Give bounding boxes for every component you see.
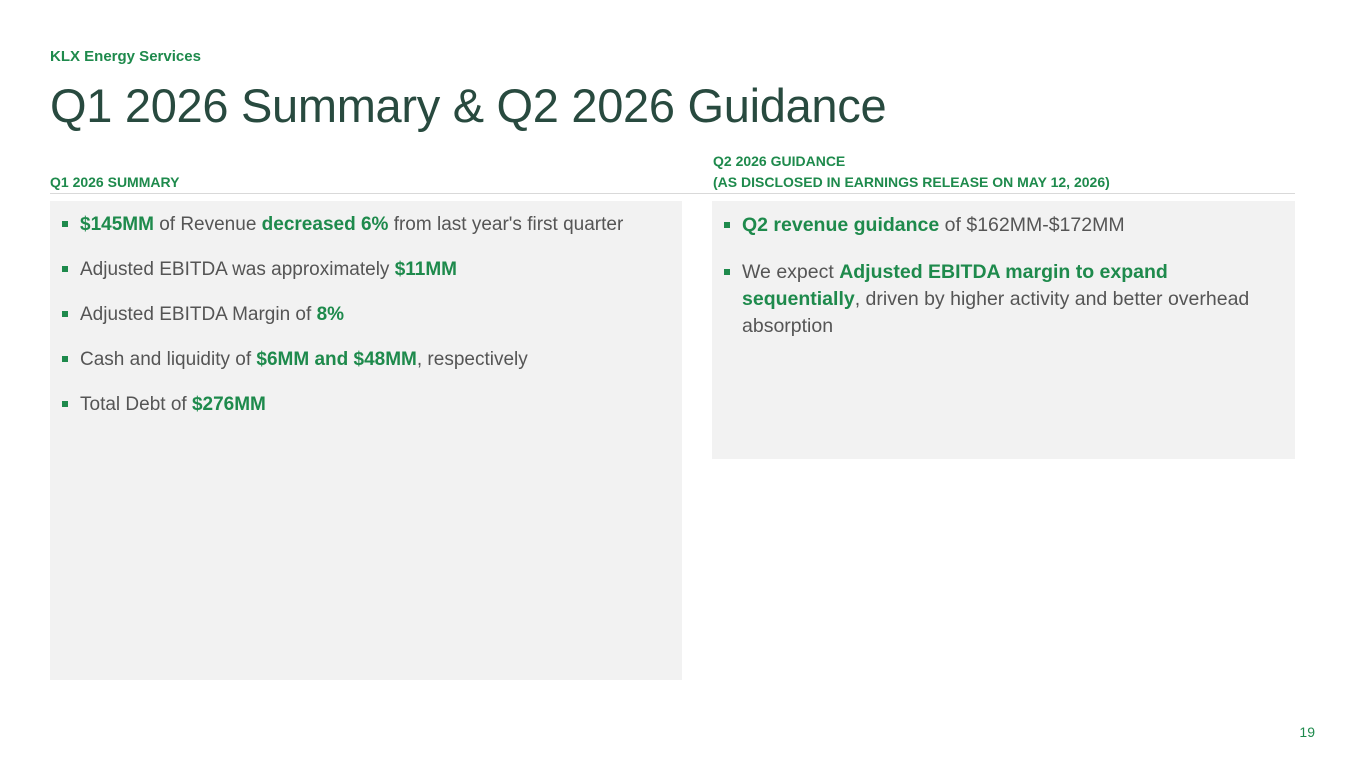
square-bullet-icon (62, 356, 68, 362)
margin-guidance-lead: We expect (742, 261, 840, 283)
guidance-list: Q2 revenue guidance of $162MM-$172MM We … (724, 212, 1281, 340)
revenue-guidance-range: of $162MM-$172MM (939, 214, 1125, 236)
square-bullet-icon (724, 222, 730, 228)
square-bullet-icon (62, 266, 68, 272)
guidance-panel: Q2 revenue guidance of $162MM-$172MM We … (712, 201, 1295, 459)
summary-item-ebitda: Adjusted EBITDA was approximately $11MM (62, 256, 672, 283)
company-name: KLX Energy Services (50, 48, 201, 65)
revenue-value: $145MM (80, 214, 154, 235)
guidance-divider (713, 193, 1295, 194)
revenue-change: decreased 6% (261, 214, 389, 235)
summary-list: $145MM of Revenue decreased 6% from last… (62, 211, 672, 418)
guidance-heading-line1: Q2 2026 GUIDANCE (713, 153, 846, 169)
liquidity-value: $6MM and $48MM (256, 349, 417, 370)
square-bullet-icon (62, 401, 68, 407)
guidance-heading-line2: (AS DISCLOSED IN EARNINGS RELEASE ON MAY… (713, 174, 1110, 190)
summary-item-ebitda-margin: Adjusted EBITDA Margin of 8% (62, 301, 672, 328)
revenue-comparison: from last year's first quarter (388, 214, 624, 235)
guidance-heading: Q2 2026 GUIDANCE (AS DISCLOSED IN EARNIN… (713, 151, 1110, 193)
square-bullet-icon (724, 269, 730, 275)
page-number: 19 (1299, 724, 1315, 740)
summary-panel: $145MM of Revenue decreased 6% from last… (50, 201, 682, 680)
square-bullet-icon (62, 311, 68, 317)
summary-divider (50, 193, 713, 194)
summary-item-debt: Total Debt of $276MM (62, 391, 672, 418)
revenue-text: of Revenue (153, 214, 262, 235)
square-bullet-icon (62, 221, 68, 227)
revenue-guidance-label: Q2 revenue guidance (742, 214, 940, 236)
summary-item-revenue: $145MM of Revenue decreased 6% from last… (62, 211, 672, 238)
ebitda-margin-text: Adjusted EBITDA Margin of (80, 304, 317, 325)
ebitda-value: $11MM (394, 259, 458, 280)
debt-value: $276MM (191, 394, 266, 415)
ebitda-text: Adjusted EBITDA was approximately (80, 259, 395, 280)
debt-text: Total Debt of (80, 394, 192, 415)
liquidity-text: Cash and liquidity of (80, 349, 257, 370)
summary-item-liquidity: Cash and liquidity of $6MM and $48MM, re… (62, 346, 672, 373)
summary-heading: Q1 2026 SUMMARY (50, 174, 180, 190)
guidance-item-margin: We expect Adjusted EBITDA margin to expa… (724, 259, 1281, 340)
guidance-item-revenue: Q2 revenue guidance of $162MM-$172MM (724, 212, 1281, 239)
liquidity-suffix: , respectively (416, 349, 528, 370)
ebitda-margin-value: 8% (316, 304, 345, 325)
page-title: Q1 2026 Summary & Q2 2026 Guidance (50, 79, 887, 132)
